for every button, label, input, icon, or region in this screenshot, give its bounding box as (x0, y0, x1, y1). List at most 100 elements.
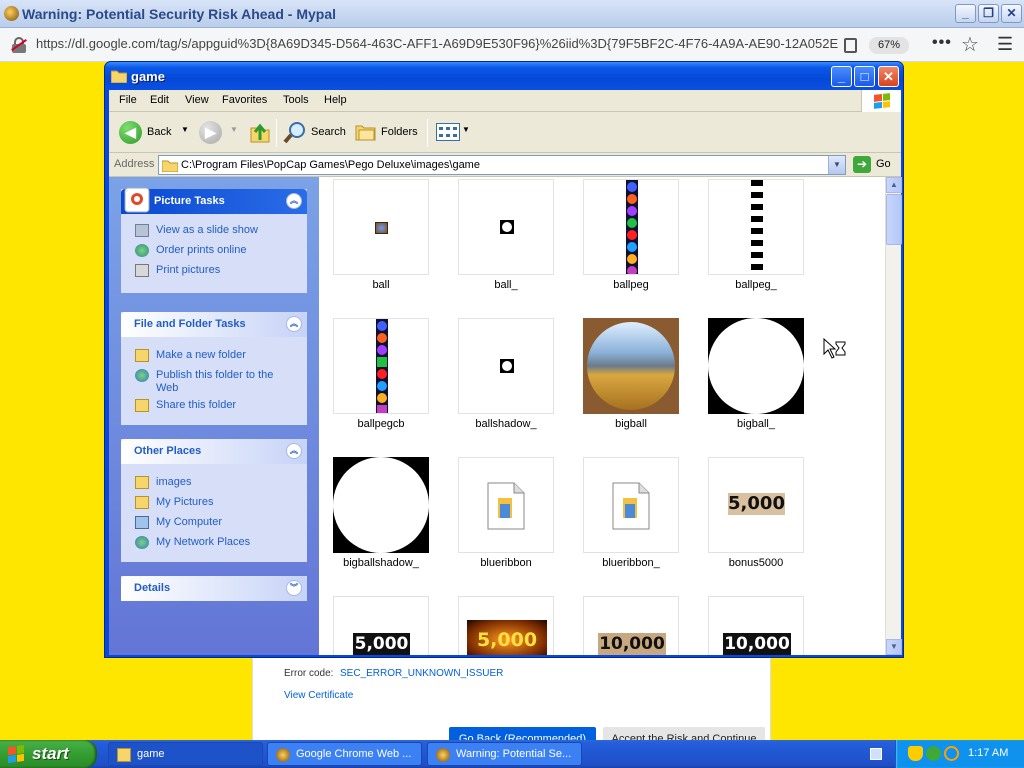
maximize-icon[interactable]: □ (854, 66, 875, 87)
explorer-title-bar[interactable]: game _ □ ✕ (105, 62, 903, 90)
file-thumb-bigball_[interactable] (708, 318, 804, 414)
address-field[interactable]: C:\Program Files\PopCap Games\Pego Delux… (158, 155, 846, 175)
back-dropdown-icon[interactable]: ▼ (181, 125, 189, 134)
place-label: images (156, 476, 192, 488)
task-label: Order prints online (156, 244, 247, 256)
bookmark-star-icon[interactable]: ☆ (961, 32, 979, 57)
file-thumb-blueribbon[interactable] (458, 457, 554, 553)
file-thumb-blueribbon_[interactable] (583, 457, 679, 553)
insecure-lock-icon[interactable] (11, 37, 27, 53)
folders-button[interactable]: Folders (381, 126, 418, 138)
file-thumb-bonus-brown[interactable]: 10,000 (583, 596, 679, 655)
error-code-link[interactable]: SEC_ERROR_UNKNOWN_ISSUER (340, 668, 503, 679)
close-icon[interactable]: ✕ (878, 66, 899, 87)
file-name[interactable]: bigball_ (691, 418, 821, 430)
back-arrow-icon[interactable]: ◀ (119, 121, 142, 144)
file-name[interactable]: ball_ (441, 279, 571, 291)
file-folder-tasks-header[interactable]: File and Folder Tasks ︽ (121, 312, 307, 337)
collapse-chevron-icon[interactable]: ︽ (286, 443, 302, 459)
menu-favorites[interactable]: Favorites (222, 94, 267, 106)
forward-dropdown-icon[interactable]: ▼ (230, 125, 238, 134)
views-icon[interactable] (436, 123, 460, 141)
vertical-scrollbar[interactable]: ▲ ▼ (885, 177, 902, 655)
menu-view[interactable]: View (185, 94, 209, 106)
task-label: Google Chrome Web ... (296, 748, 412, 760)
search-button[interactable]: Search (311, 126, 346, 138)
network-tray-icon[interactable] (926, 746, 941, 761)
scroll-thumb[interactable] (886, 194, 902, 245)
file-thumb-bigball[interactable] (583, 318, 679, 414)
file-thumb-ballpegcb[interactable] (333, 318, 429, 414)
back-button[interactable]: Back (147, 126, 171, 138)
page-actions-icon[interactable]: ••• (932, 34, 952, 52)
folder-icon (135, 476, 149, 489)
task-game[interactable]: game (108, 742, 263, 766)
file-name[interactable]: ballpeg (566, 279, 696, 291)
scroll-down-icon[interactable]: ▼ (886, 639, 902, 655)
picture-tasks-header[interactable]: Picture Tasks ︽ (121, 187, 307, 214)
menu-file[interactable]: File (119, 94, 137, 106)
task-chrome[interactable]: Google Chrome Web ... (267, 742, 422, 766)
file-name[interactable]: blueribbon_ (566, 557, 696, 569)
file-thumb-bonus-outline[interactable]: 5,000 (333, 596, 429, 655)
task-warning[interactable]: Warning: Potential Se... (427, 742, 582, 766)
collapse-chevron-icon[interactable]: ︽ (286, 316, 302, 332)
toolbar-separator (276, 119, 277, 147)
file-thumb-ballpeg[interactable] (583, 179, 679, 275)
file-thumb-bigballshadow_[interactable] (333, 457, 429, 553)
explorer-body: Picture Tasks ︽ View as a slide show Ord… (109, 177, 902, 655)
menu-help[interactable]: Help (324, 94, 347, 106)
file-name[interactable]: ballshadow_ (441, 418, 571, 430)
share-folder-icon (135, 399, 149, 412)
expand-chevron-icon[interactable]: ︾ (286, 580, 302, 596)
url-bar[interactable]: https://dl.google.com/tag/s/appguid%3D{8… (36, 36, 838, 54)
other-places-panel: Other Places ︽ images My Pictures My Com… (121, 439, 307, 562)
details-header[interactable]: Details ︾ (121, 576, 307, 601)
image-file-icon (487, 482, 525, 530)
file-name[interactable]: blueribbon (441, 557, 571, 569)
close-icon[interactable]: ✕ (1001, 4, 1022, 23)
file-thumb-bonus5000[interactable]: 5,000 (708, 457, 804, 553)
search-tray-icon[interactable] (944, 746, 959, 761)
address-dropdown-icon[interactable]: ▼ (828, 156, 845, 174)
file-thumb-ballpeg_[interactable] (708, 179, 804, 275)
folders-icon[interactable] (355, 122, 377, 142)
up-folder-icon[interactable] (249, 120, 271, 144)
bonus-text-sprite: 10,000 (723, 633, 791, 655)
views-dropdown-icon[interactable]: ▼ (462, 125, 470, 134)
menu-tools[interactable]: Tools (283, 94, 309, 106)
file-name[interactable]: ballpeg_ (691, 279, 821, 291)
file-name[interactable]: bigballshadow_ (319, 557, 446, 569)
other-places-header[interactable]: Other Places ︽ (121, 439, 307, 464)
file-thumb-ball_[interactable] (458, 179, 554, 275)
search-icon[interactable] (283, 121, 307, 145)
restore-icon[interactable]: ❐ (978, 4, 999, 23)
file-thumb-ballshadow_[interactable] (458, 318, 554, 414)
bonus-text-sprite: 5,000 (467, 620, 547, 655)
file-name[interactable]: bonus5000 (691, 557, 821, 569)
printer-icon (135, 264, 149, 277)
picture-tasks-title: Picture Tasks (154, 195, 225, 207)
go-arrow-icon[interactable]: ➔ (853, 156, 871, 173)
security-shield-icon[interactable] (908, 746, 923, 761)
reader-view-icon[interactable] (844, 38, 857, 53)
file-thumb-ball[interactable] (333, 179, 429, 275)
file-name[interactable]: ball (319, 279, 446, 291)
view-certificate-link[interactable]: View Certificate (284, 690, 353, 701)
file-name[interactable]: ballpegcb (319, 418, 446, 430)
menu-edit[interactable]: Edit (150, 94, 169, 106)
file-thumb-bonus-outline[interactable]: 10,000 (708, 596, 804, 655)
minimize-icon[interactable]: _ (955, 4, 976, 23)
scroll-up-icon[interactable]: ▲ (886, 177, 902, 193)
start-button[interactable]: start (0, 740, 97, 768)
peg-mask-column (751, 180, 763, 274)
file-thumb-bonus-glow[interactable]: 5,000 (458, 596, 554, 655)
file-name[interactable]: bigball (566, 418, 696, 430)
collapse-chevron-icon[interactable]: ︽ (286, 193, 302, 209)
forward-arrow-icon[interactable]: ▶ (199, 121, 222, 144)
zoom-level[interactable]: 67% (869, 37, 909, 54)
minimize-icon[interactable]: _ (831, 66, 852, 87)
keyboard-tray-icon[interactable] (870, 748, 882, 760)
go-button[interactable]: Go (876, 158, 891, 170)
hamburger-menu-icon[interactable]: ☰ (997, 34, 1013, 55)
